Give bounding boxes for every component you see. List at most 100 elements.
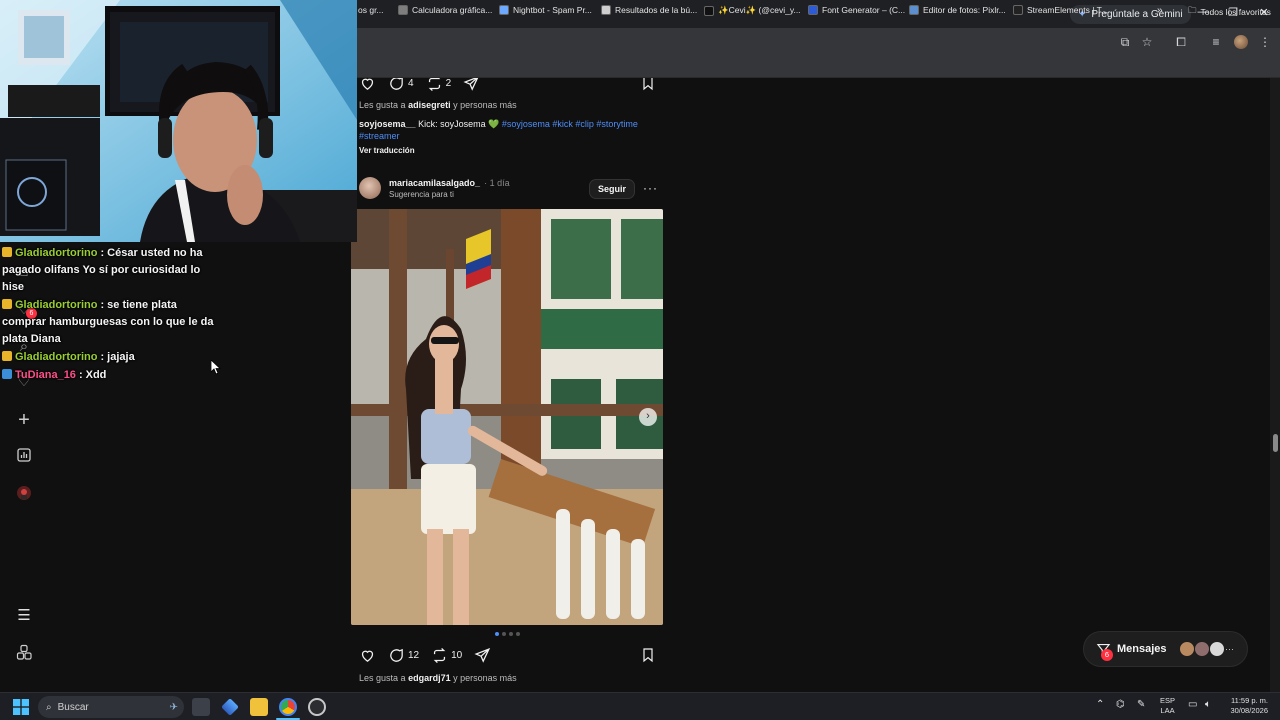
all-bookmarks-label: Todos los favoritos <box>1200 7 1271 17</box>
carousel-dot[interactable] <box>516 632 520 636</box>
bookmark-item[interactable]: os gr... <box>358 5 384 15</box>
translate-link[interactable]: Ver traducción <box>359 146 415 155</box>
likes-prefix: Les gusta a <box>359 673 406 683</box>
messages-badge: 6 <box>1101 649 1113 661</box>
hashtag[interactable]: #kick <box>552 119 573 129</box>
prev-post-caption: soyjosema__ Kick: soyJosema 💚 #soyjosema… <box>359 118 659 142</box>
bookmark-label: StreamElements | T... <box>1027 5 1108 15</box>
bookmark-item[interactable]: Calculadora gráfica... <box>398 5 492 15</box>
bookmark-icon <box>643 648 653 663</box>
all-bookmarks[interactable]: 🗀 Todos los favoritos <box>1188 5 1271 19</box>
heart-icon <box>361 650 374 662</box>
chat-separator: : <box>100 247 105 259</box>
task-view-icon[interactable] <box>192 698 210 716</box>
feeds-icon[interactable] <box>14 644 34 664</box>
bookmark-label: Font Generator – (C... <box>822 5 906 15</box>
avatar <box>1209 641 1225 657</box>
folder-icon: 🗀 <box>1188 5 1197 15</box>
prev-post-likes[interactable]: Les gusta a adisegreti y personas más <box>359 100 517 110</box>
likes-suffix: y personas más <box>453 673 517 683</box>
clock[interactable]: 11:59 p. m. 30/08/2026 <box>1222 696 1268 716</box>
carousel-next-button[interactable]: › <box>639 408 657 426</box>
bookmark-item[interactable]: Editor de fotos: Pixlr... <box>909 5 1006 15</box>
like-button[interactable] <box>359 647 376 664</box>
bookmark-item[interactable]: StreamElements | T... <box>1013 5 1108 15</box>
profile-avatar[interactable] <box>14 485 34 505</box>
send-icon <box>474 647 491 663</box>
lang-bottom: LAA <box>1160 706 1175 715</box>
chat-separator: : <box>100 299 105 311</box>
mouse-cursor-icon <box>211 360 221 375</box>
file-explorer-icon[interactable] <box>250 698 268 716</box>
post-more-button[interactable]: ··· <box>643 181 658 195</box>
share-button[interactable] <box>474 647 491 664</box>
bookmark-item[interactable]: Font Generator – (C... <box>808 5 905 15</box>
likes-user[interactable]: adisegreti <box>408 100 451 110</box>
caption-user[interactable]: soyjosema__ <box>359 119 416 129</box>
bookmark-item[interactable]: ✨Cevi✨ (@cevi_y... <box>704 5 801 16</box>
insights-icon[interactable] <box>14 447 34 467</box>
avatar <box>1179 641 1195 657</box>
hashtag[interactable]: #streamer <box>359 131 400 141</box>
scroll-thumb[interactable] <box>1273 434 1278 452</box>
post-likes[interactable]: Les gusta a edgardj71 y personas más <box>359 673 517 683</box>
media-control-icon[interactable]: ≡ <box>1209 35 1223 49</box>
language-indicator[interactable]: ESP LAA <box>1160 696 1175 716</box>
avatar <box>1194 641 1210 657</box>
reply-button[interactable]: 12 <box>388 647 419 664</box>
chat-separator: : <box>78 369 83 381</box>
bookmark-favicon-icon <box>808 5 818 15</box>
network-icon[interactable]: ⌬ <box>1116 699 1125 710</box>
page-scrollbar[interactable] <box>1270 78 1280 692</box>
post-photo[interactable] <box>351 209 663 625</box>
hashtag[interactable]: #soyjosema <box>502 119 550 129</box>
display-icon[interactable]: ▭ <box>1188 699 1197 710</box>
carousel-dot[interactable] <box>502 632 506 636</box>
messages-more[interactable]: ··· <box>1225 644 1234 654</box>
post-username[interactable]: mariacamilasalgado_ <box>389 178 480 188</box>
bookmark-item[interactable]: Nightbot - Spam Pr... <box>499 5 592 15</box>
bookmark-label: ✨Cevi✨ (@cevi_y... <box>718 5 801 15</box>
follow-button[interactable]: Seguir <box>589 179 635 199</box>
bookmark-item[interactable]: Resultados de la bú... <box>601 5 697 15</box>
post-save-button[interactable] <box>640 647 656 668</box>
reply-count: 12 <box>408 650 420 661</box>
extensions-icon[interactable]: ⧠ <box>1174 35 1188 50</box>
post-author-avatar[interactable] <box>359 177 381 199</box>
app-icon[interactable] <box>221 698 239 716</box>
chat-separator: : <box>100 351 105 363</box>
bookmarks-overflow-icon[interactable]: » <box>1157 5 1163 16</box>
pen-icon[interactable]: ✎ <box>1137 699 1145 710</box>
post-time: 1 día <box>489 178 510 188</box>
bookmark-favicon-icon <box>1013 5 1023 15</box>
save-button[interactable] <box>640 75 656 96</box>
chat-username: Gladiadortorino <box>15 351 98 363</box>
tray-overflow-icon[interactable]: ⌃ <box>1096 699 1104 710</box>
post-author[interactable]: mariacamilasalgado_ · 1 día <box>389 178 510 188</box>
taskbar-search[interactable]: ⌕ Buscar ✈ <box>38 696 184 718</box>
hashtag[interactable]: #clip <box>575 119 594 129</box>
chrome-icon[interactable] <box>279 698 297 716</box>
bookmark-label: Nightbot - Spam Pr... <box>513 5 592 15</box>
star-icon[interactable]: ☆ <box>1140 35 1154 49</box>
carousel-dot[interactable] <box>509 632 513 636</box>
carousel-dot[interactable] <box>495 632 499 636</box>
bookmark-favicon-icon <box>499 5 509 15</box>
chat-text: jajaja <box>107 351 135 363</box>
create-post-icon[interactable]: + <box>14 410 34 430</box>
kebab-menu-icon[interactable]: ⋮ <box>1258 35 1272 49</box>
repost-count: 2 <box>445 78 452 89</box>
app-icon[interactable] <box>308 698 326 716</box>
hashtag[interactable]: #storytime <box>596 119 638 129</box>
install-app-icon[interactable]: ⧉ <box>1118 35 1132 50</box>
repost-button[interactable]: 10 <box>431 647 462 664</box>
likes-user[interactable]: edgardj71 <box>408 673 451 683</box>
profile-avatar[interactable] <box>1234 35 1248 49</box>
volume-icon[interactable]: 🔈︎ <box>1205 699 1211 710</box>
windows-start-icon[interactable] <box>13 699 29 715</box>
webcam-overlay <box>0 0 357 242</box>
reply-count: 4 <box>408 78 414 89</box>
bookmark-favicon-icon <box>398 5 408 15</box>
crown-icon <box>2 247 12 257</box>
menu-icon[interactable]: ☰ <box>14 606 34 626</box>
